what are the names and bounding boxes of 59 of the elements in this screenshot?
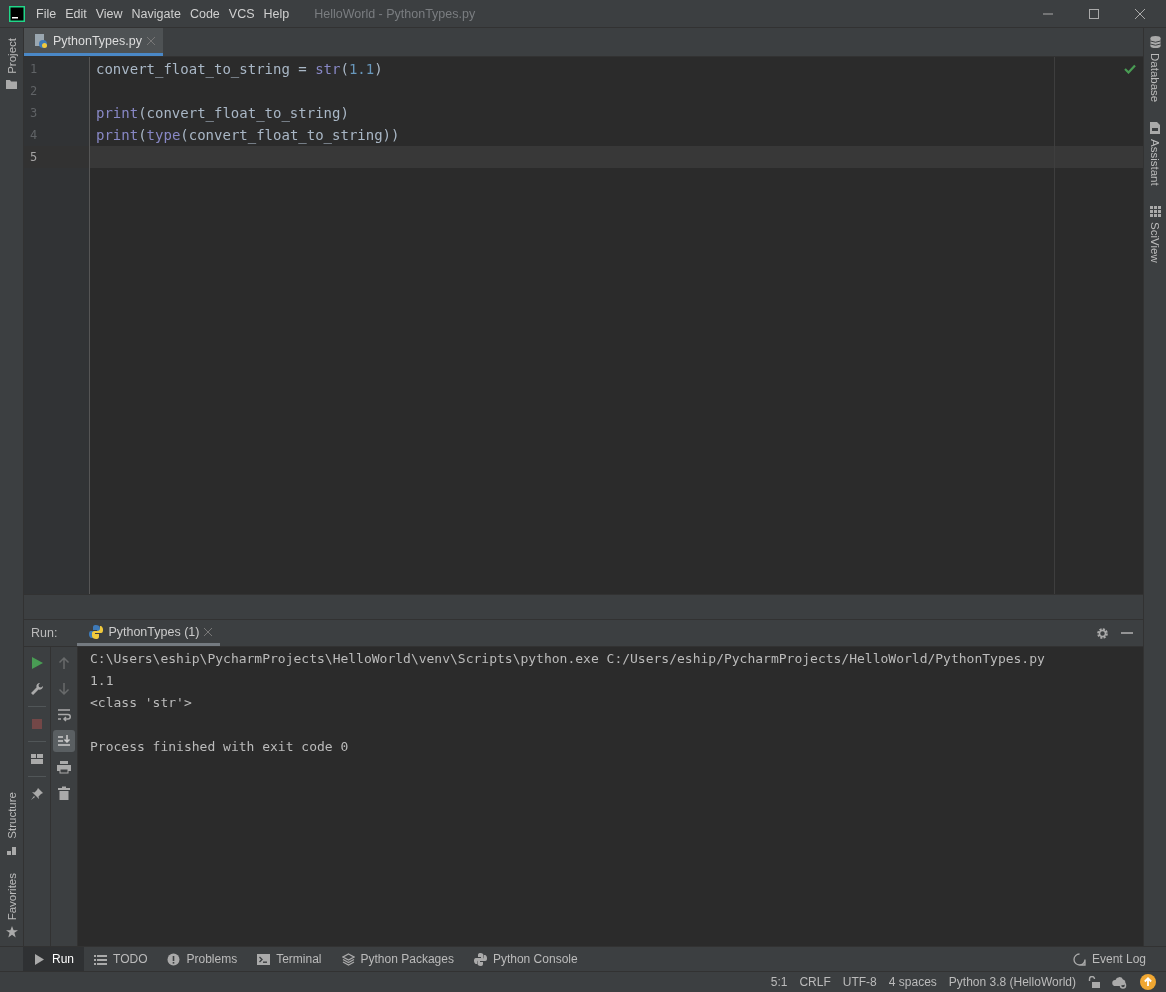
tool-window-tab[interactable]: SciView bbox=[1149, 221, 1161, 263]
app-logo-icon bbox=[9, 5, 25, 22]
terminal-icon bbox=[257, 952, 271, 966]
exclamation-icon bbox=[167, 952, 181, 966]
list-icon bbox=[94, 952, 107, 966]
blocks-icon bbox=[6, 844, 17, 855]
tool-window-button[interactable]: Run bbox=[23, 947, 84, 971]
tool-window-button[interactable]: Terminal bbox=[247, 947, 332, 971]
maximize-icon[interactable] bbox=[1088, 7, 1100, 20]
folder-icon bbox=[6, 79, 17, 89]
status-bar-item[interactable]: UTF-8 bbox=[842, 975, 877, 989]
tool-window-button[interactable]: Python Packages bbox=[331, 947, 464, 971]
tool-window-button[interactable]: TODO bbox=[84, 947, 158, 971]
grid-icon bbox=[1149, 205, 1161, 217]
layers-icon bbox=[341, 952, 355, 966]
tool-window-button[interactable]: Python Console bbox=[463, 947, 588, 971]
tool-window-tab[interactable]: Database bbox=[1149, 53, 1161, 103]
menu-item[interactable]: File bbox=[36, 6, 57, 21]
console-output-line: Process finished with exit code 0 bbox=[90, 738, 350, 756]
menu-item[interactable]: Navigate bbox=[131, 6, 181, 21]
close-icon[interactable] bbox=[204, 627, 213, 636]
python-icon bbox=[473, 952, 487, 966]
settings-icon[interactable] bbox=[1096, 626, 1109, 640]
tool-window-tab[interactable]: Structure bbox=[5, 792, 18, 839]
window-title: HelloWorld - PythonTypes.py bbox=[314, 6, 476, 21]
unlocked-padlock-icon[interactable] bbox=[1088, 976, 1100, 988]
scroll-to-end-icon[interactable] bbox=[53, 730, 75, 752]
status-bar-item[interactable]: Python 3.8 (HelloWorld) bbox=[948, 975, 1076, 989]
status-bar-item[interactable]: 5:1 bbox=[770, 975, 788, 989]
code-line: convert_float_to_string = str(1.1) bbox=[96, 61, 383, 77]
tool-window-button[interactable]: Problems bbox=[157, 947, 248, 971]
run-label: Run: bbox=[31, 626, 58, 640]
python-file-icon bbox=[34, 33, 48, 48]
tool-window-tab[interactable]: Project bbox=[5, 38, 18, 74]
status-bar-item[interactable]: 4 spaces bbox=[888, 975, 937, 989]
cloud-gear-icon[interactable] bbox=[1112, 975, 1128, 989]
tool-window-tab[interactable]: Favorites bbox=[5, 872, 18, 920]
menu-item[interactable]: Help bbox=[263, 6, 290, 21]
database-icon bbox=[1149, 36, 1161, 48]
file-tab[interactable]: PythonTypes.py bbox=[24, 28, 163, 56]
menu-item[interactable]: VCS bbox=[228, 6, 255, 21]
menu-item[interactable]: Code bbox=[189, 6, 220, 21]
code-line: print(type(convert_float_to_string)) bbox=[96, 127, 400, 143]
console-output-line: <class 'str'> bbox=[90, 694, 193, 712]
code-line: print(convert_float_to_string) bbox=[96, 105, 349, 121]
python-icon bbox=[89, 624, 104, 639]
document-icon bbox=[1150, 122, 1160, 135]
checkmark-icon bbox=[1124, 64, 1136, 74]
tool-window-tab[interactable]: Assistant bbox=[1149, 139, 1161, 186]
star-icon bbox=[5, 926, 18, 938]
update-icon[interactable] bbox=[1140, 974, 1156, 990]
console-output-line: 1.1 bbox=[90, 672, 115, 690]
console-output-line: C:\Users\eship\PycharmProjects\HelloWorld\venv\Scripts\python.exe C:/Users/eship/PycharmProjects/HelloWorld/PythonTypes.py bbox=[90, 650, 1046, 668]
menu-item[interactable]: View bbox=[95, 6, 123, 21]
event-log-button[interactable]: Event Log bbox=[1062, 947, 1156, 971]
play-icon bbox=[33, 952, 46, 966]
menu-item[interactable]: Edit bbox=[65, 6, 87, 21]
status-bar-item[interactable]: CRLF bbox=[799, 975, 831, 989]
close-icon[interactable] bbox=[1134, 7, 1146, 20]
